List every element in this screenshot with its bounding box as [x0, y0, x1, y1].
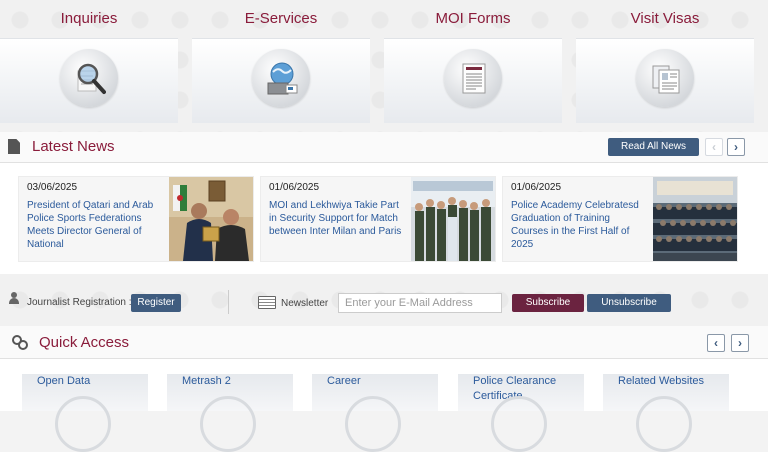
news-card[interactable]: 03/06/2025 President of Qatari and Arab …	[18, 176, 254, 262]
tile-label: Open Data	[37, 375, 91, 387]
register-button[interactable]: Register	[131, 294, 181, 312]
tile-icon-circle	[55, 396, 111, 452]
quick-access-section: Quick Access ‹ › Open Data Metrash 2 Car…	[0, 326, 768, 452]
service-title: Inquiries	[60, 10, 118, 27]
read-all-news-button[interactable]: Read All News	[608, 138, 699, 156]
news-card[interactable]: 01/06/2025 Police Academy Celebratesd Gr…	[502, 176, 738, 262]
service-icon-circle	[636, 49, 694, 107]
news-date: 01/06/2025	[511, 182, 562, 193]
service-icon-circle	[60, 49, 118, 107]
magnifier-icon	[77, 63, 106, 94]
divider	[228, 290, 229, 314]
tile-icon-circle	[491, 396, 547, 452]
link-icon	[12, 335, 28, 350]
service-moi-forms[interactable]: MOI Forms	[384, 0, 562, 124]
unsubscribe-button[interactable]: Unsubscribe	[587, 294, 671, 312]
service-title: Visit Visas	[630, 10, 700, 27]
service-icon-circle	[444, 49, 502, 107]
news-date: 01/06/2025	[269, 182, 320, 193]
news-photo	[411, 177, 495, 261]
forms-document-icon	[462, 63, 486, 94]
quick-access-header: Quick Access ‹ ›	[0, 326, 768, 359]
document-icon	[8, 139, 20, 154]
newsletter-label: Newsletter	[281, 298, 329, 309]
service-e-services[interactable]: E-Services	[192, 0, 370, 124]
tile-label: Career	[327, 375, 361, 387]
news-photo	[169, 177, 253, 261]
subscribe-button[interactable]: Subscribe	[512, 294, 584, 312]
service-visit-visas[interactable]: Visit Visas	[576, 0, 754, 124]
tile-label: Metrash 2	[182, 375, 231, 387]
globe-laptop-icon	[267, 62, 298, 95]
news-date: 03/06/2025	[27, 182, 78, 193]
news-prev-button[interactable]: ‹	[705, 138, 723, 156]
tile-icon-circle	[636, 396, 692, 452]
latest-news-section: Latest News Read All News ‹ › 03/06/2025…	[0, 132, 768, 274]
quick-access-title: Quick Access	[39, 334, 130, 351]
registration-bar: Journalist Registration : Register Newsl…	[0, 284, 768, 320]
service-title: MOI Forms	[435, 10, 511, 27]
quick-access-tile-career[interactable]: Career	[312, 374, 438, 452]
service-title: E-Services	[244, 10, 318, 27]
quick-access-tile-police-clearance[interactable]: Police Clearance Certificate	[458, 374, 584, 452]
chevron-left-icon: ‹	[712, 140, 716, 154]
service-icon-circle	[252, 49, 310, 107]
service-panel	[576, 38, 754, 123]
services-row: Inquiries E-Services MOI Forms Visit Vis…	[0, 0, 768, 126]
news-next-button[interactable]: ›	[727, 138, 745, 156]
quick-access-tile-open-data[interactable]: Open Data	[22, 374, 148, 452]
latest-news-header: Latest News Read All News ‹ ›	[0, 132, 768, 163]
chevron-right-icon: ›	[734, 140, 738, 154]
visa-document-icon	[652, 65, 680, 94]
tile-icon-circle	[345, 396, 401, 452]
latest-news-title: Latest News	[32, 138, 115, 155]
news-photo	[653, 177, 737, 261]
quick-access-prev-button[interactable]: ‹	[707, 334, 725, 352]
news-headline-link[interactable]: President of Qatari and Arab Police Spor…	[27, 199, 163, 251]
service-inquiries[interactable]: Inquiries	[0, 0, 178, 124]
chevron-right-icon: ›	[738, 336, 742, 350]
news-headline-link[interactable]: MOI and Lekhwiya Takie Part in Security …	[269, 199, 405, 238]
quick-access-tile-related-websites[interactable]: Related Websites	[603, 374, 729, 452]
chevron-left-icon: ‹	[714, 336, 718, 350]
newsletter-icon	[258, 296, 276, 309]
email-input[interactable]	[338, 293, 502, 313]
service-panel	[0, 38, 178, 123]
news-headline-link[interactable]: Police Academy Celebratesd Graduation of…	[511, 199, 647, 251]
quick-access-next-button[interactable]: ›	[731, 334, 749, 352]
person-icon	[9, 292, 19, 304]
service-panel	[384, 38, 562, 123]
tile-icon-circle	[200, 396, 256, 452]
journalist-registration-label: Journalist Registration :	[27, 297, 132, 308]
tile-label: Related Websites	[618, 375, 705, 387]
service-panel	[192, 38, 370, 123]
news-card[interactable]: 01/06/2025 MOI and Lekhwiya Takie Part i…	[260, 176, 496, 262]
quick-access-tile-metrash[interactable]: Metrash 2	[167, 374, 293, 452]
